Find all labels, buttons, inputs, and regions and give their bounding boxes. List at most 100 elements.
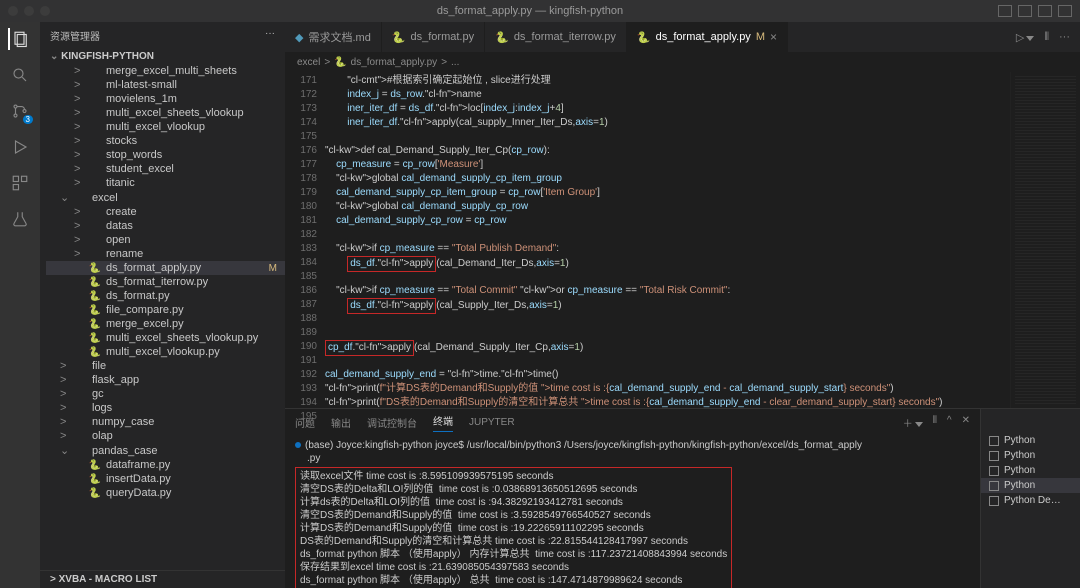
tree-item[interactable]: >movielens_1m <box>46 92 285 106</box>
split-editor-icon[interactable]: ⫴ <box>1044 31 1049 44</box>
tree-item[interactable]: 🐍ds_format_iterrow.py <box>46 275 285 289</box>
terminal-name: Python <box>1004 435 1035 446</box>
tab-actions: ▷ ⫴ ··· <box>1006 22 1080 52</box>
tree-item[interactable]: > numpy_case <box>46 415 285 429</box>
terminal-list-item[interactable]: Python <box>981 463 1080 478</box>
tree-item[interactable]: >rename <box>46 247 285 261</box>
tree-item[interactable]: >multi_excel_sheets_vlookup <box>46 106 285 120</box>
tree-item[interactable]: >merge_excel_multi_sheets <box>46 64 285 78</box>
breadcrumb-folder[interactable]: excel <box>297 57 320 68</box>
terminal-list-item[interactable]: Python <box>981 478 1080 493</box>
layout-icon-2[interactable] <box>1018 5 1032 17</box>
editor-tab[interactable]: 🐍ds_format_iterrow.py <box>485 22 627 52</box>
chevron-icon: > <box>74 248 84 260</box>
more-actions-icon[interactable]: ··· <box>1059 31 1070 43</box>
xvba-section[interactable]: > XVBA - MACRO LIST <box>40 570 285 588</box>
new-terminal-icon[interactable]: ＋ <box>903 415 923 430</box>
tree-item[interactable]: ⌄pandas_case <box>46 443 285 458</box>
editor-tab[interactable]: ◆需求文档.md <box>285 22 382 52</box>
terminal-list-item[interactable]: Python <box>981 433 1080 448</box>
tree-item[interactable]: >open <box>46 233 285 247</box>
close-window-icon[interactable] <box>8 6 18 16</box>
tree-item-label: merge_excel.py <box>106 318 281 330</box>
tree-item[interactable]: 🐍queryData.py <box>46 486 285 500</box>
terminal-icon <box>989 481 999 491</box>
tree-item[interactable]: 🐍multi_excel_vlookup.py <box>46 345 285 359</box>
terminal-list-item[interactable]: Python De… <box>981 493 1080 508</box>
chevron-icon: > <box>60 388 70 400</box>
tree-item[interactable]: >ml-latest-small <box>46 78 285 92</box>
breadcrumb[interactable]: excel > 🐍 ds_format_apply.py > ... <box>285 52 1080 72</box>
tree-item[interactable]: 🐍insertData.py <box>46 472 285 486</box>
tree-item-label: numpy_case <box>92 416 281 428</box>
tree-item-label: file <box>92 360 281 372</box>
terminal[interactable]: (base) Joyce:kingfish-python joyce$ /usr… <box>285 435 980 588</box>
tree-item-label: titanic <box>106 177 281 189</box>
editor-tabs: ◆需求文档.md🐍ds_format.py🐍ds_format_iterrow.… <box>285 22 1080 52</box>
breadcrumb-file[interactable]: ds_format_apply.py <box>351 57 438 68</box>
explorer-icon[interactable] <box>8 28 30 50</box>
close-tab-icon[interactable]: × <box>770 30 777 44</box>
panel-tab[interactable]: JUPYTER <box>469 417 515 428</box>
terminal-name: Python <box>1004 465 1035 476</box>
panel-tabs: 问题输出调试控制台终端JUPYTER ＋ ⫴ ^ ✕ <box>285 409 980 435</box>
tree-item[interactable]: 🐍file_compare.py <box>46 303 285 317</box>
tree-item[interactable]: >file <box>46 359 285 373</box>
tree-item[interactable]: >logs <box>46 401 285 415</box>
tree-item-label: queryData.py <box>106 487 281 499</box>
tree-item[interactable]: 🐍multi_excel_sheets_vlookup.py <box>46 331 285 345</box>
tree-item[interactable]: ⌄excel <box>46 190 285 205</box>
run-icon[interactable]: ▷ <box>1016 31 1034 44</box>
tree-item[interactable]: >gc <box>46 387 285 401</box>
panel-tab[interactable]: 调试控制台 <box>367 415 417 430</box>
file-icon: 🐍 <box>88 291 102 302</box>
layout-icon-1[interactable] <box>998 5 1012 17</box>
minimap[interactable] <box>1010 72 1080 408</box>
tree-item[interactable]: >student_excel <box>46 162 285 176</box>
chevron-icon: > <box>74 121 84 133</box>
extensions-icon[interactable] <box>9 172 31 194</box>
test-icon[interactable] <box>9 208 31 230</box>
breadcrumb-symbol[interactable]: ... <box>451 57 459 68</box>
layout-icon-3[interactable] <box>1038 5 1052 17</box>
maximize-panel-icon[interactable]: ^ <box>947 415 952 430</box>
tree-item-label: olap <box>92 430 281 442</box>
tree-item[interactable]: >flask_app <box>46 373 285 387</box>
source-control-icon[interactable]: 3 <box>9 100 31 122</box>
search-icon[interactable] <box>9 64 31 86</box>
tree-item[interactable]: >datas <box>46 219 285 233</box>
minimize-window-icon[interactable] <box>24 6 34 16</box>
explorer-more-icon[interactable]: ··· <box>265 28 275 43</box>
tree-item[interactable]: >stop_words <box>46 148 285 162</box>
tree-item-label: movielens_1m <box>106 93 281 105</box>
tree-item[interactable]: 🐍ds_format.py <box>46 289 285 303</box>
modified-badge: M <box>756 31 765 43</box>
split-terminal-icon[interactable]: ⫴ <box>933 415 937 430</box>
editor-tab[interactable]: 🐍ds_format_apply.pyM× <box>627 22 788 52</box>
tree-item[interactable]: >titanic <box>46 176 285 190</box>
zoom-window-icon[interactable] <box>40 6 50 16</box>
tree-item[interactable]: >create <box>46 205 285 219</box>
panel-tab[interactable]: 输出 <box>331 415 351 430</box>
tree-item[interactable]: >stocks <box>46 134 285 148</box>
chevron-icon: > <box>60 416 70 428</box>
layout-icon-4[interactable] <box>1058 5 1072 17</box>
terminal-name: Python De… <box>1004 495 1061 506</box>
tree-item[interactable]: 🐍ds_format_apply.pyM <box>46 261 285 275</box>
tree-item[interactable]: >olap <box>46 429 285 443</box>
terminal-output-line: 计算DS表的Demand和Supply的值 time cost is :19.2… <box>300 522 727 535</box>
editor-tab[interactable]: 🐍ds_format.py <box>382 22 485 52</box>
tree-item[interactable]: 🐍merge_excel.py <box>46 317 285 331</box>
terminal-output-line: 保存结果到excel time cost is :21.639085054397… <box>300 561 727 574</box>
tree-item[interactable]: >multi_excel_vlookup <box>46 120 285 134</box>
tree-item-label: student_excel <box>106 163 281 175</box>
code-editor[interactable]: "cl-cmt">#根据索引确定起始位 , slice进行处理 index_j … <box>325 72 1010 408</box>
file-tree[interactable]: >merge_excel_multi_sheets>ml-latest-smal… <box>40 64 285 570</box>
terminal-list-item[interactable]: Python <box>981 448 1080 463</box>
tree-item[interactable]: 🐍dataframe.py <box>46 458 285 472</box>
chevron-icon: > <box>60 402 70 414</box>
debug-icon[interactable] <box>9 136 31 158</box>
panel-tab[interactable]: 终端 <box>433 413 453 432</box>
close-panel-icon[interactable]: ✕ <box>962 415 970 430</box>
workspace-root[interactable]: KINGFISH-PYTHON <box>61 51 154 62</box>
